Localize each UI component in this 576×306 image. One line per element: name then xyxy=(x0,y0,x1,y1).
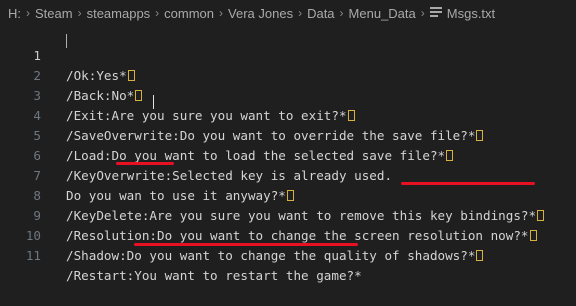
breadcrumb-item-drive[interactable]: H: xyxy=(8,6,21,21)
text-file-icon xyxy=(429,7,442,19)
editor-line[interactable]: 1 /Ok:Yes* xyxy=(0,26,576,83)
breadcrumb-item-data[interactable]: Data xyxy=(307,6,334,21)
chevron-right-icon: › xyxy=(339,6,344,20)
line-text[interactable]: /Restart:You want to restart the game?* xyxy=(66,266,362,286)
chevron-right-icon: › xyxy=(26,6,30,20)
chevron-right-icon: › xyxy=(155,6,160,20)
code-editor[interactable]: 1 /Ok:Yes* 2 /Back:No* 3 /Exit:Are you s… xyxy=(0,26,576,283)
breadcrumb-item-steamapps[interactable]: steamapps xyxy=(87,6,151,21)
editor-line[interactable]: 5 /Load:Do you want to load the selected… xyxy=(0,106,576,163)
line-number: 11 xyxy=(25,248,41,263)
line-text[interactable]: /Shadow:Do you want to change the qualit… xyxy=(66,246,484,266)
chevron-right-icon: › xyxy=(298,6,303,20)
breadcrumb: H: › Steam › steamapps › common › Vera J… xyxy=(0,0,576,26)
breadcrumb-item-common[interactable]: common xyxy=(164,6,214,21)
editor-line[interactable]: 4 /SaveOverwrite:Do you want to override… xyxy=(0,86,576,143)
chevron-right-icon: › xyxy=(219,6,224,20)
chevron-right-icon: › xyxy=(77,6,82,20)
annotation-underline xyxy=(134,243,358,246)
annotation-underline xyxy=(116,162,174,165)
chevron-right-icon: › xyxy=(420,6,425,20)
editor-line[interactable]: 9 /Resolution:Do you want to change the … xyxy=(0,186,576,243)
editor-line[interactable]: 7 Do you wan to use it anyway?* xyxy=(0,146,576,203)
breadcrumb-item-steam[interactable]: Steam xyxy=(35,6,73,21)
editor-line[interactable]: 2 /Back:No* xyxy=(0,46,576,103)
mouse-ibeam-icon xyxy=(153,95,156,109)
annotation-underline xyxy=(401,182,535,185)
editor-line[interactable]: 10 /Shadow:Do you want to change the qua… xyxy=(0,206,576,263)
editor-line[interactable]: 6 /KeyOverwrite:Selected key is already … xyxy=(0,126,576,183)
editor-line[interactable]: 3 /Exit:Are you sure you want to exit?* xyxy=(0,66,576,123)
breadcrumb-item-menu-data[interactable]: Menu_Data xyxy=(349,6,416,21)
carriage-return-box-icon xyxy=(476,250,484,261)
text-cursor xyxy=(66,34,67,48)
breadcrumb-item-file[interactable]: Msgs.txt xyxy=(447,6,495,21)
breadcrumb-item-vera-jones[interactable]: Vera Jones xyxy=(228,6,293,21)
